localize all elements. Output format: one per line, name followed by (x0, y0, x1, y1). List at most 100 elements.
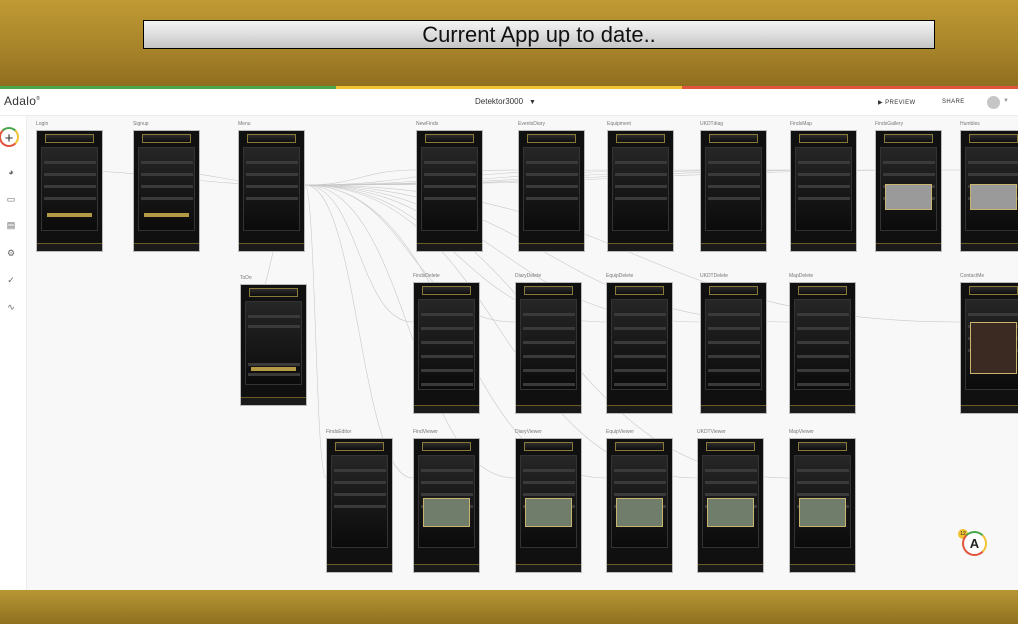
screen-thumbnail[interactable]: Signup (133, 121, 200, 252)
avatar[interactable] (987, 96, 1000, 109)
screen-footer (608, 243, 673, 251)
screen-thumbnail[interactable]: ContactMe (960, 273, 1018, 414)
screen-row (613, 469, 666, 472)
screen-thumbnail[interactable]: DiaryViewer (515, 429, 582, 573)
screen-row (707, 341, 760, 344)
screen-preview (607, 130, 674, 252)
screen-thumbnail[interactable]: Humbles (960, 121, 1018, 252)
screen-header-graphic (421, 442, 472, 451)
screen-name: FindViewer (413, 429, 438, 435)
preview-button[interactable]: ▶ PREVIEW (878, 99, 916, 106)
screen-row (245, 185, 298, 188)
screen-row (140, 173, 193, 176)
screen-body (522, 147, 581, 231)
screens-canvas[interactable]: Login Signup Menu NewFinds EventsDiary Equipm… (27, 116, 1018, 590)
help-button[interactable]: A (962, 531, 987, 556)
screen-row (245, 173, 298, 176)
screen-footer (516, 564, 581, 572)
screen-thumbnail[interactable]: Menu (238, 121, 305, 252)
screen-preview (238, 130, 305, 252)
database-icon[interactable]: ▤ (5, 220, 17, 231)
screen-row (707, 327, 760, 330)
screen-thumbnail[interactable]: Login (36, 121, 103, 252)
screen-preview (875, 130, 942, 252)
navigation-link (304, 184, 414, 323)
screen-thumbnail[interactable]: EventsDiary (518, 121, 585, 252)
screen-thumbnail[interactable]: UKDTDelete (700, 273, 767, 414)
navigation-link (304, 184, 327, 479)
avatar-chevron-icon[interactable]: ▼ (1003, 98, 1009, 104)
screen-row (707, 355, 760, 358)
screen-thumbnail[interactable]: FindsEditor (326, 429, 393, 573)
screen-body (40, 147, 99, 231)
screen-thumbnail[interactable]: FindsMap (790, 121, 857, 252)
publish-icon[interactable]: ✓ (5, 275, 17, 286)
logo-text: Adalo (4, 94, 37, 108)
screens-icon[interactable]: ▭ (5, 194, 17, 205)
screen-name: ToDo (240, 275, 252, 281)
screen-thumbnail[interactable]: EquipViewer (606, 429, 673, 573)
screen-name: Menu (238, 121, 251, 127)
screen-thumbnail[interactable]: NewFinds (416, 121, 483, 252)
screen-header-graphic (797, 442, 848, 451)
screen-header-graphic (334, 442, 385, 451)
editor-topbar: Adalo® Detektor3000 ▼ ▶ PREVIEW SHARE ▼ (0, 89, 1018, 116)
share-button[interactable]: SHARE (942, 99, 965, 105)
screen-row (797, 197, 850, 200)
screen-footer (327, 564, 392, 572)
screen-header-graphic (614, 442, 665, 451)
screen-image (525, 497, 572, 527)
screen-image (970, 183, 1017, 211)
screen-thumbnail[interactable]: Equipment (607, 121, 674, 252)
screen-header-graphic (523, 286, 574, 295)
analytics-icon[interactable]: ∿ (5, 302, 17, 313)
screen-row (522, 313, 575, 316)
screen-thumbnail[interactable]: UKDTdiag (700, 121, 767, 252)
screen-preview (697, 438, 764, 573)
screen-row (613, 369, 666, 372)
screen-header-graphic (526, 134, 577, 143)
adalo-logo[interactable]: Adalo® (4, 94, 40, 108)
screen-row (614, 173, 667, 176)
screen-footer (239, 243, 304, 251)
screen-row (43, 161, 96, 164)
screen-name: NewFinds (416, 121, 439, 127)
screen-row (613, 493, 666, 496)
screen-thumbnail[interactable]: FindsGallery (875, 121, 942, 252)
screen-body (794, 147, 853, 231)
screen-preview (515, 438, 582, 573)
screen-thumbnail[interactable]: DiaryDelete (515, 273, 582, 414)
screen-header-graphic (615, 134, 666, 143)
logo-mark: ® (36, 96, 41, 102)
screen-name: UKDTViewer (697, 429, 726, 435)
settings-icon[interactable]: ⚙ (5, 248, 17, 259)
screen-thumbnail[interactable]: MapViewer (789, 429, 856, 573)
screen-row (704, 481, 757, 484)
app-switcher[interactable]: Detektor3000 ▼ (475, 97, 536, 106)
adalo-editor: Adalo® Detektor3000 ▼ ▶ PREVIEW SHARE ▼ +… (0, 89, 1018, 590)
screen-row (420, 369, 473, 372)
screen-thumbnail[interactable]: UKDTViewer (697, 429, 764, 573)
screen-thumbnail[interactable]: FindsDelete (413, 273, 480, 414)
screen-header-graphic (883, 134, 934, 143)
screen-row (420, 469, 473, 472)
screen-thumbnail[interactable]: FindViewer (413, 429, 480, 573)
screen-thumbnail[interactable]: ToDo (240, 275, 307, 406)
screen-name: FindsGallery (875, 121, 904, 127)
add-component-button[interactable]: + (0, 127, 19, 147)
screen-row (522, 355, 575, 358)
branding-icon[interactable]: ◕ (5, 167, 17, 177)
screen-thumbnail[interactable]: MapDelete (789, 273, 856, 414)
screen-preview (960, 282, 1018, 414)
screen-footer (698, 564, 763, 572)
screen-name: MapViewer (789, 429, 814, 435)
screen-footer (519, 243, 584, 251)
screen-name: UKDTDelete (700, 273, 729, 279)
screen-thumbnail[interactable]: EquipDelete (606, 273, 673, 414)
screen-image (423, 497, 470, 527)
screen-row (420, 383, 473, 386)
screen-row (525, 173, 578, 176)
chevron-down-icon: ▼ (529, 99, 536, 106)
screen-row (707, 197, 760, 200)
screen-name: Login (36, 121, 49, 127)
